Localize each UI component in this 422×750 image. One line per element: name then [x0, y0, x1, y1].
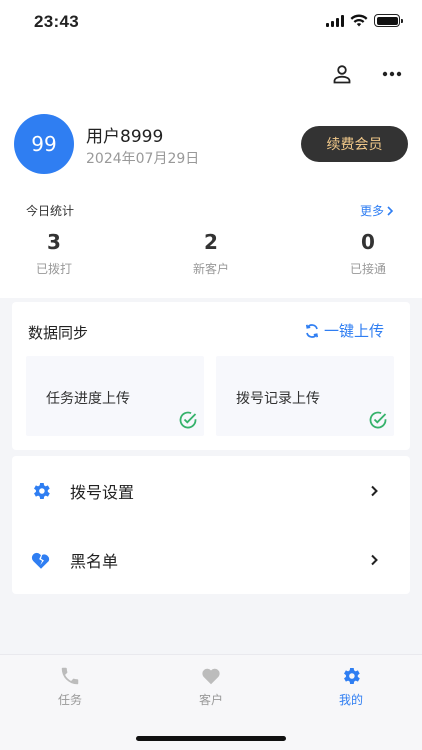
sync-icon [305, 323, 319, 338]
stat-dialed[interactable]: 3 已拨打 [14, 230, 94, 277]
renew-membership-button[interactable]: 续费会员 [301, 126, 408, 162]
sync-title: 数据同步 [28, 324, 89, 342]
sync-box-label: 拨号记录上传 [236, 391, 320, 407]
signal-icon [326, 14, 344, 27]
stat-new-customers[interactable]: 2 新客户 [171, 230, 251, 277]
status-bar: 23:43 [0, 0, 422, 44]
more-link-label: 更多 [359, 204, 384, 218]
chevron-right-icon [371, 485, 378, 496]
stat-connected[interactable]: 0 已接通 [328, 230, 408, 277]
today-stats-title: 今日统计 [26, 204, 75, 218]
menu-item-blacklist[interactable]: 黑名单 [12, 525, 410, 594]
status-time: 23:43 [34, 12, 79, 31]
tab-customers[interactable]: 客户 [171, 665, 251, 708]
user-name: 用户8999 [86, 127, 164, 147]
user-date: 2024年07月29日 [86, 151, 200, 167]
gear-icon [344, 668, 360, 684]
stat-label: 已接通 [349, 262, 386, 276]
more-dots-icon[interactable] [380, 62, 404, 86]
settings-menu: 拨号设置 黑名单 [12, 456, 410, 594]
check-circle-icon [179, 411, 197, 429]
stat-value: 2 [204, 230, 218, 254]
status-icons [326, 14, 403, 27]
stat-value: 3 [47, 230, 61, 254]
nav-actions [330, 62, 404, 86]
phone-icon [61, 667, 79, 685]
tab-label: 我的 [338, 693, 363, 707]
chevron-right-icon [371, 554, 378, 565]
home-indicator [136, 736, 286, 741]
upload-all-button[interactable]: 一键上传 [304, 320, 384, 341]
tab-tasks[interactable]: 任务 [30, 665, 110, 708]
dial-record-upload[interactable]: 拨号记录上传 [216, 356, 394, 436]
tab-mine[interactable]: 我的 [311, 665, 391, 708]
task-progress-upload[interactable]: 任务进度上传 [26, 356, 204, 436]
menu-item-label: 黑名单 [70, 551, 119, 571]
more-link[interactable]: 更多 [360, 202, 394, 219]
wifi-icon [350, 14, 368, 27]
stat-value: 0 [361, 230, 375, 254]
menu-item-dial-settings[interactable]: 拨号设置 [12, 456, 410, 525]
stat-label: 已拨打 [35, 262, 72, 276]
tab-label: 客户 [198, 693, 223, 707]
data-sync-card: 数据同步 一键上传 任务进度上传 拨号记录上传 [12, 302, 410, 450]
avatar[interactable]: 99 [14, 114, 74, 174]
broken-heart-icon [31, 552, 50, 569]
upload-all-label: 一键上传 [323, 322, 384, 340]
sync-box-label: 任务进度上传 [46, 391, 130, 407]
gear-icon [34, 482, 50, 499]
person-icon[interactable] [330, 62, 354, 86]
profile-header: 99 用户8999 2024年07月29日 续费会员 今日统计 更多 3 已拨打… [0, 44, 422, 298]
heart-icon [202, 668, 220, 685]
stat-label: 新客户 [192, 262, 229, 276]
chevron-right-icon [387, 205, 394, 216]
check-circle-icon [369, 411, 387, 429]
battery-icon [374, 14, 403, 27]
menu-item-label: 拨号设置 [70, 482, 135, 502]
tab-label: 任务 [57, 693, 82, 707]
